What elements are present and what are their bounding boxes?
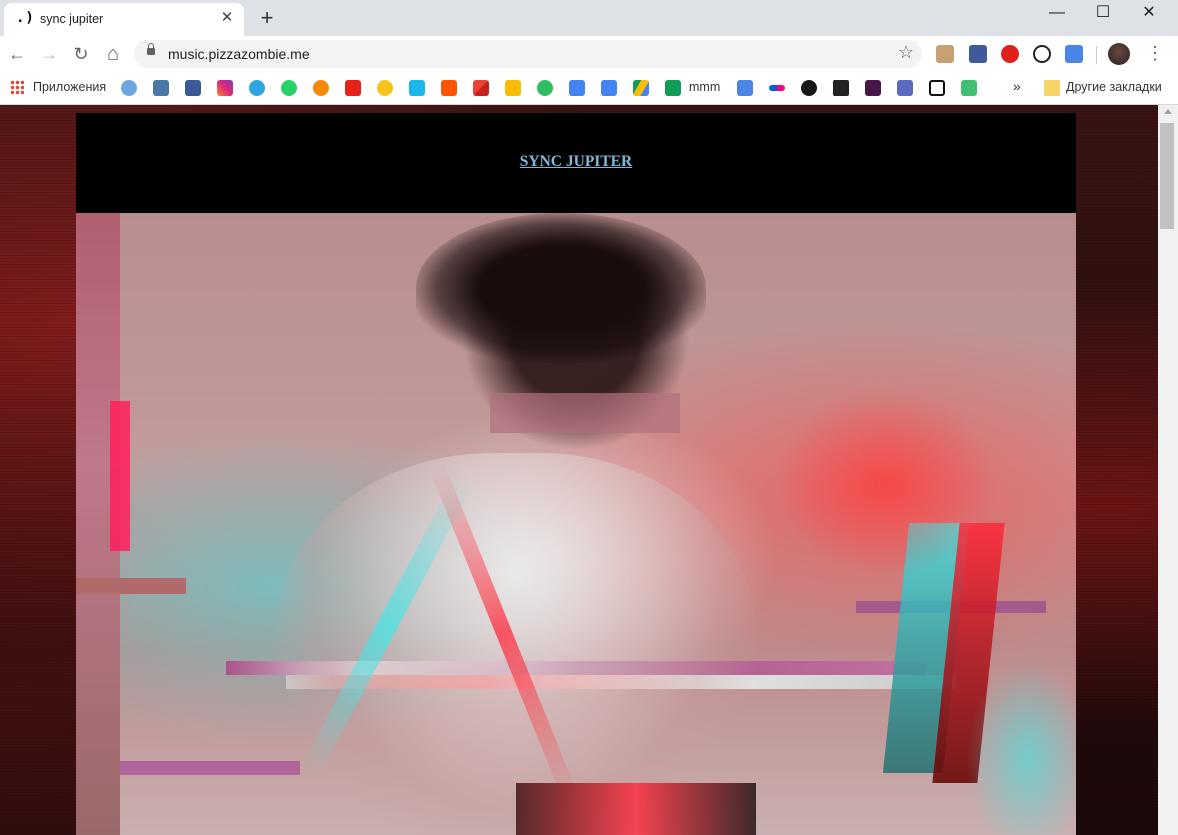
cyan-glow [956, 643, 1076, 835]
window-close-button[interactable]: ✕ [1126, 0, 1172, 30]
tab-strip: .) sync jupiter ✕ + — ☐ ✕ [0, 0, 1178, 36]
glitch-bar-red [110, 401, 130, 551]
maximize-button[interactable]: ☐ [1080, 0, 1126, 30]
keep-icon[interactable] [505, 80, 521, 96]
extension-opera-icon[interactable] [1001, 45, 1019, 63]
site-title-link[interactable]: SYNC JUPITER [76, 153, 1076, 171]
forward-button[interactable]: → [37, 42, 61, 66]
site-header: SYNC JUPITER [76, 113, 1076, 213]
new-tab-button[interactable]: + [255, 6, 279, 30]
minimize-button[interactable]: — [1034, 0, 1080, 30]
address-bar[interactable]: music.pizzazombie.me ☆ [134, 40, 922, 68]
drive-icon[interactable] [633, 80, 649, 96]
music-note-icon[interactable] [377, 80, 393, 96]
cloud-icon[interactable] [121, 80, 137, 96]
tab-close-icon[interactable]: ✕ [218, 9, 236, 27]
notification-icon[interactable] [897, 80, 913, 96]
scroll-up-icon[interactable] [1164, 109, 1172, 114]
docs-icon[interactable] [601, 80, 617, 96]
notion-icon[interactable] [929, 80, 945, 96]
bookmark-other[interactable]: Другие закладки [1066, 80, 1162, 94]
extension-box-icon[interactable] [936, 45, 954, 63]
red-splash [756, 373, 1016, 593]
hero-glitch-image [76, 213, 1076, 835]
home-button[interactable]: ⌂ [101, 42, 125, 66]
slack-icon[interactable] [865, 80, 881, 96]
reel-icon[interactable] [313, 80, 329, 96]
folder-icon[interactable] [1044, 80, 1060, 96]
gmail-icon[interactable] [473, 80, 489, 96]
tab-title: sync jupiter [40, 12, 104, 26]
bookmarks-overflow-button[interactable]: » [1013, 78, 1021, 94]
youtube-icon[interactable] [345, 80, 361, 96]
browser-toolbar: ← → ↻ ⌂ music.pizzazombie.me ☆ ⋮ [0, 36, 1178, 72]
toolbar-divider [1096, 46, 1097, 64]
page-viewport: SYNC JUPITER [0, 105, 1158, 835]
figure-hair [416, 213, 706, 363]
extension-download-icon[interactable] [969, 45, 987, 63]
site-favicon-icon: .) [16, 10, 35, 26]
bookmarks-bar: Приложения mmm » Другие закладки [0, 72, 1178, 105]
url-text[interactable]: music.pizzazombie.me [168, 46, 310, 62]
translate-icon[interactable] [737, 80, 753, 96]
bookmark-mmm[interactable]: mmm [689, 80, 720, 94]
extension-link-icon[interactable] [1033, 45, 1051, 63]
page-scrollbar[interactable] [1158, 105, 1178, 835]
active-tab[interactable]: .) sync jupiter ✕ [4, 3, 244, 36]
glitch-bar [120, 761, 300, 775]
telegram-icon[interactable] [249, 80, 265, 96]
sheets-plus-icon[interactable] [665, 80, 681, 96]
vk-icon[interactable] [153, 80, 169, 96]
extension-translate-icon[interactable] [1065, 45, 1083, 63]
evernote-icon[interactable] [537, 80, 553, 96]
glitch-block [490, 393, 680, 433]
glitch-bar [76, 578, 186, 594]
ed-icon[interactable] [961, 80, 977, 96]
whatsapp-icon[interactable] [281, 80, 297, 96]
soundcloud-icon[interactable] [441, 80, 457, 96]
reload-button[interactable]: ↻ [69, 42, 93, 66]
bookmark-apps[interactable]: Приложения [33, 80, 106, 94]
synth-keyboard [516, 783, 756, 835]
back-button[interactable]: ← [5, 42, 29, 66]
fortytwo-icon[interactable] [833, 80, 849, 96]
vimeo-icon[interactable] [409, 80, 425, 96]
browser-menu-icon[interactable]: ⋮ [1146, 43, 1164, 64]
flickr-icon[interactable] [769, 85, 785, 91]
bookmark-star-icon[interactable]: ☆ [898, 42, 914, 63]
instagram-icon[interactable] [217, 80, 233, 96]
apps-grid-icon[interactable] [10, 80, 24, 94]
scrollbar-thumb[interactable] [1160, 123, 1174, 229]
profile-avatar[interactable] [1108, 43, 1130, 65]
lock-icon[interactable] [147, 43, 155, 55]
calendar-icon[interactable] [569, 80, 585, 96]
site-content: SYNC JUPITER [76, 113, 1076, 835]
github-icon[interactable] [801, 80, 817, 96]
facebook-icon[interactable] [185, 80, 201, 96]
